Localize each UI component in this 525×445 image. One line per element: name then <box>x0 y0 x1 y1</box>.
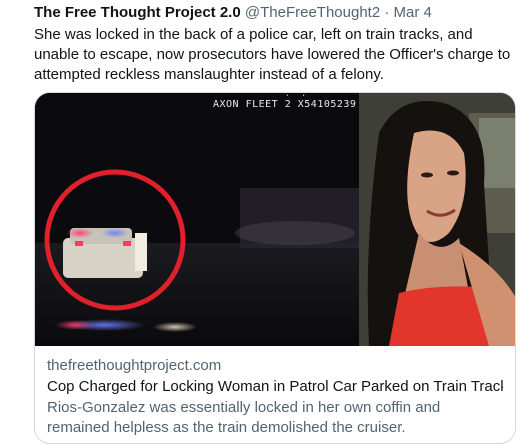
card-meta[interactable]: thefreethoughtproject.com Cop Charged fo… <box>35 346 515 438</box>
dashcam-image: ▔▔ ▔▔ ▔▔ ▔▔:▔▔:▔▔ AXON FLEET 2 X54105239 <box>35 93 359 346</box>
author-name[interactable]: The Free Thought Project 2.0 <box>34 4 241 21</box>
author-handle[interactable]: @TheFreeThought2 <box>245 4 380 21</box>
tweet-date[interactable]: Mar 4 <box>394 4 432 21</box>
card-media[interactable]: ▔▔ ▔▔ ▔▔ ▔▔:▔▔:▔▔ AXON FLEET 2 X54105239 <box>35 93 515 346</box>
tweet-text: She was locked in the back of a police c… <box>34 26 511 83</box>
portrait-scene <box>358 93 515 346</box>
portrait-image <box>358 93 515 346</box>
card-title[interactable]: Cop Charged for Locking Woman in Patrol … <box>47 377 503 397</box>
card-domain: thefreethoughtproject.com <box>47 357 222 374</box>
link-card[interactable]: ▔▔ ▔▔ ▔▔ ▔▔:▔▔:▔▔ AXON FLEET 2 X54105239 <box>34 92 516 444</box>
card-description: Rios-Gonzalez was essentially locked in … <box>47 399 441 436</box>
tweet[interactable]: The Free Thought Project 2.0 @TheFreeTho… <box>0 0 525 445</box>
tweet-header: The Free Thought Project 2.0 @TheFreeTho… <box>34 4 432 22</box>
separator-dot: · <box>384 4 390 21</box>
dashcam-overlay-text: AXON FLEET 2 X54105239 <box>213 99 357 110</box>
dashcam-scene <box>35 93 359 346</box>
